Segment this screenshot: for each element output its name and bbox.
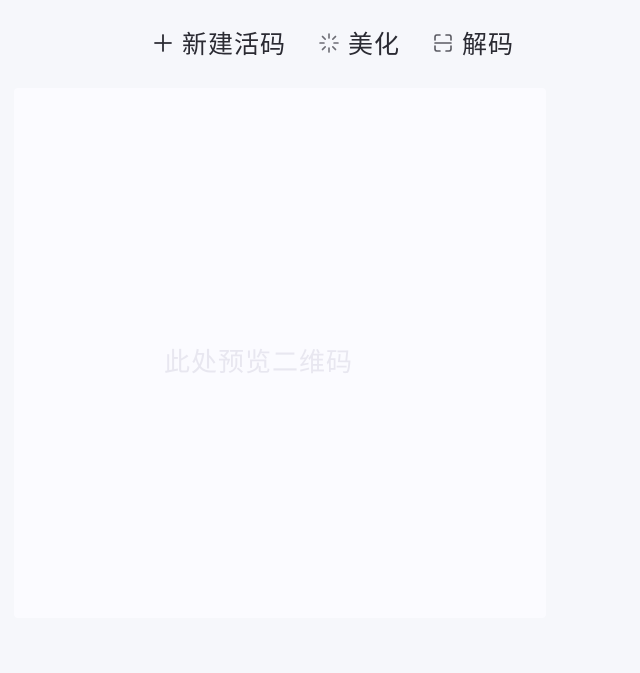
toolbar: 新建活码 美化 解码 bbox=[150, 22, 514, 64]
decode-label: 解码 bbox=[462, 30, 515, 59]
scan-icon bbox=[430, 30, 456, 56]
new-live-code-label: 新建活码 bbox=[182, 30, 287, 59]
beautify-button[interactable]: 美化 bbox=[316, 25, 400, 61]
new-live-code-button[interactable]: 新建活码 bbox=[150, 25, 286, 61]
qr-preview-area: 此处预览二维码 bbox=[14, 88, 546, 618]
plus-icon bbox=[150, 30, 176, 56]
beautify-label: 美化 bbox=[348, 30, 401, 59]
decode-button[interactable]: 解码 bbox=[430, 25, 514, 61]
preview-placeholder: 此处预览二维码 bbox=[164, 348, 354, 378]
qr-tool-page: 新建活码 美化 解码 此处预览二维码 bbox=[0, 0, 640, 673]
sparkle-icon bbox=[316, 30, 342, 56]
